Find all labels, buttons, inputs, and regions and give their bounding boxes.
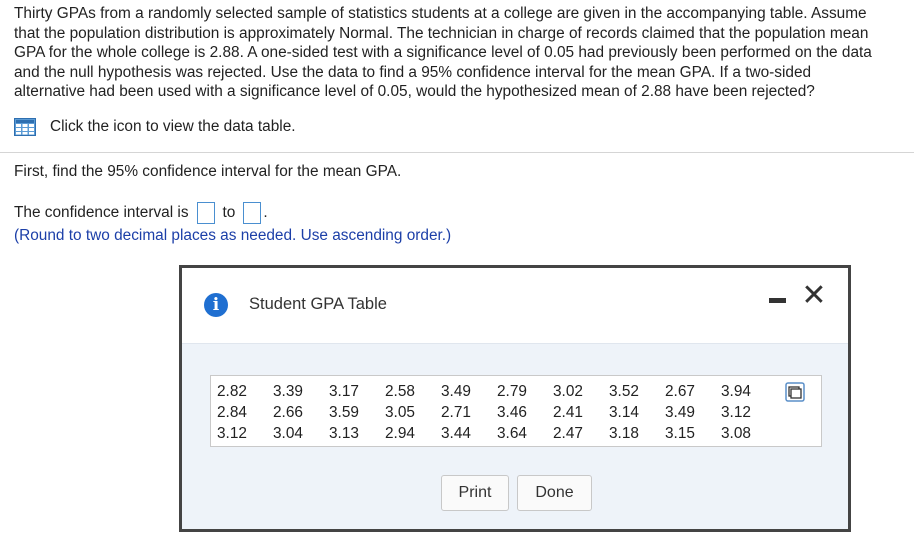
table-cell: 3.59 [329, 403, 359, 421]
table-cell: 2.41 [553, 403, 583, 421]
table-cell: 3.17 [329, 382, 359, 400]
table-cell: 3.49 [665, 403, 695, 421]
table-cell: 3.12 [217, 424, 247, 442]
problem-line: that the population distribution is appr… [14, 24, 869, 42]
table-icon[interactable] [14, 118, 36, 136]
table-cell: 3.18 [609, 424, 639, 442]
copy-icon[interactable] [785, 382, 805, 402]
rounding-hint: (Round to two decimal places as needed. … [14, 227, 452, 244]
minimize-icon[interactable] [769, 298, 786, 303]
table-cell: 3.94 [721, 382, 751, 400]
table-cell: 3.12 [721, 403, 751, 421]
table-cell: 3.15 [665, 424, 695, 442]
confidence-interval-line: The confidence interval is to . [14, 201, 268, 225]
dialog-header: i Student GPA Table ✕ [182, 268, 848, 344]
ci-lower-input[interactable] [196, 202, 215, 224]
info-icon: i [204, 293, 228, 317]
dialog-title: Student GPA Table [249, 295, 387, 313]
table-cell: 3.52 [609, 382, 639, 400]
ci-prefix: The confidence interval is [14, 204, 189, 221]
data-link-label[interactable]: Click the icon to view the data table. [50, 118, 296, 136]
ci-suffix: . [263, 204, 268, 221]
table-cell: 3.49 [441, 382, 471, 400]
ci-upper-input[interactable] [243, 202, 262, 224]
table-cell: 3.44 [441, 424, 471, 442]
table-cell: 3.02 [553, 382, 583, 400]
ci-to-label: to [222, 204, 236, 221]
gpa-data-table: 2.82 3.39 3.17 2.58 3.49 2.79 3.02 3.52 2.67 3.94… [210, 375, 822, 447]
problem-statement: Thirty GPAs from a randomly selected sam… [14, 4, 914, 102]
gpa-table-dialog: i Student GPA Table ✕ 2.82 3.39 3.17 2.58 3.… [179, 265, 851, 532]
table-row: 3.12 3.04 3.13 2.94 3.44 3.64 2.47 3.18 3.15 3.08 [217, 423, 777, 444]
table-cell: 3.08 [721, 424, 751, 442]
table-cell: 2.82 [217, 382, 247, 400]
table-row: 2.84 2.66 3.59 3.05 2.71 3.46 2.41 3.14 3.49 3.12 [217, 402, 777, 423]
table-cell: 2.94 [385, 424, 415, 442]
table-cell: 2.66 [273, 403, 303, 421]
table-cell: 2.67 [665, 382, 695, 400]
close-icon[interactable]: ✕ [800, 281, 828, 311]
table-cell: 3.39 [273, 382, 303, 400]
print-button[interactable]: Print [441, 475, 509, 511]
question-prompt: First, find the 95% confidence interval … [14, 163, 402, 180]
problem-line: Thirty GPAs from a randomly selected sam… [14, 5, 867, 22]
table-cell: 2.84 [217, 403, 247, 421]
table-row: 2.82 3.39 3.17 2.58 3.49 2.79 3.02 3.52 2.67 3.94 [217, 381, 777, 402]
problem-line: alternative had been used with a signifi… [14, 83, 815, 101]
problem-line: and the null hypothesis was rejected. Us… [14, 63, 812, 81]
table-cell: 3.05 [385, 403, 415, 421]
table-cell: 2.47 [553, 424, 583, 442]
table-cell: 2.71 [441, 403, 471, 421]
table-cell: 3.64 [497, 424, 527, 442]
table-cell: 2.79 [497, 382, 527, 400]
table-cell: 3.46 [497, 403, 527, 421]
table-cell: 2.58 [385, 382, 415, 400]
table-cell: 3.13 [329, 424, 359, 442]
table-cell: 3.14 [609, 403, 639, 421]
data-table-link[interactable]: Click the icon to view the data table. [14, 118, 296, 136]
section-divider [0, 152, 914, 153]
table-cell: 3.04 [273, 424, 303, 442]
problem-line: GPA for the whole college is 2.88. A one… [14, 44, 872, 62]
done-button[interactable]: Done [517, 475, 592, 511]
dialog-body: 2.82 3.39 3.17 2.58 3.49 2.79 3.02 3.52 2.67 3.94… [182, 344, 848, 529]
